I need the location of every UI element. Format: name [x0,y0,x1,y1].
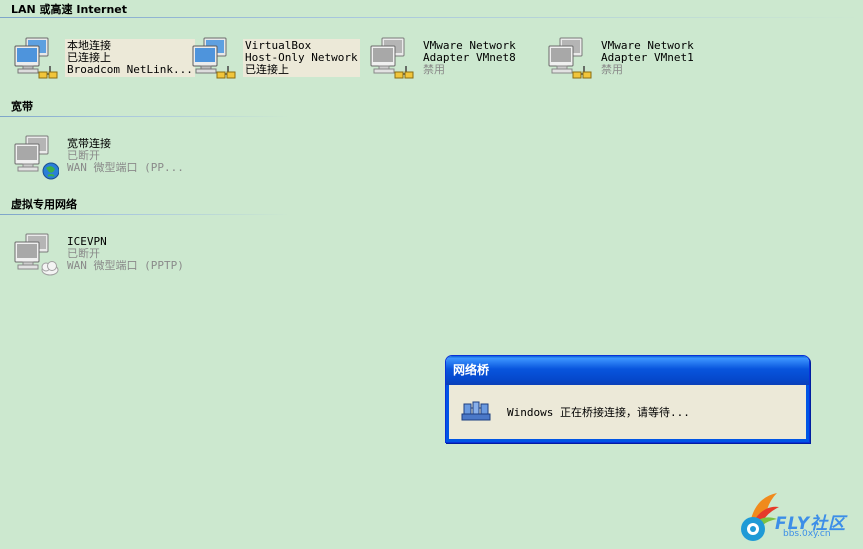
section-title-lan: LAN 或高速 Internet [11,3,128,16]
connection-device: Adapter VMnet1 [601,52,694,64]
connection-name: 本地连接 [67,40,111,52]
section-divider [0,116,290,117]
site-url: bbs.0xy.cn [783,529,831,539]
connection-status: 已连接上 [67,52,111,64]
connection-vmnet8[interactable]: VMware Network Adapter VMnet8 禁用 [367,36,539,82]
connection-device: Adapter VMnet8 [423,52,516,64]
section-divider [0,214,290,215]
broadband-globe-icon [13,134,59,180]
connection-status: 禁用 [423,64,445,76]
section-divider [0,17,863,18]
connection-icevpn[interactable]: ICEVPN 已断开 WAN 微型端口 (PPTP) [11,232,184,278]
vpn-cloud-icon [13,232,59,276]
dialog-body: Windows 正在桥接连接，请等待... [446,385,809,442]
connection-device: Host-Only Network [245,52,358,64]
dialog-message: Windows 正在桥接连接，请等待... [507,406,690,419]
dialog-titlebar[interactable]: 网络桥 [446,356,809,385]
connection-virtualbox[interactable]: VirtualBox Host-Only Network 已连接上 [189,36,361,82]
section-title-vpn: 虚拟专用网络 [11,198,77,211]
network-connection-icon [13,36,59,82]
section-header-lan: LAN 或高速 Internet [0,2,127,18]
connection-status: 已连接上 [245,64,289,76]
connection-name: VirtualBox [245,40,312,52]
connection-name: VMware Network [601,40,694,52]
network-connection-icon [191,36,237,82]
connection-device: WAN 微型端口 (PPTP) [67,260,184,272]
section-header-broadband: 宽带 [0,99,33,115]
network-bridge-dialog[interactable]: 网络桥 Windows 正在桥接连接，请等待... [445,355,810,443]
connection-name: 宽带连接 [67,138,111,150]
connection-status: 已断开 [67,248,100,260]
network-connection-disabled-icon [547,36,593,82]
dialog-title: 网络桥 [453,363,490,377]
connection-status: 禁用 [601,64,623,76]
fly-watermark-logo: FLY社区 bbs.0xy.cn [737,489,859,545]
connection-local[interactable]: 本地连接 已连接上 Broadcom NetLink... [11,36,195,82]
connection-device: WAN 微型端口 (PP... [67,162,184,174]
connection-name: ICEVPN [67,236,107,248]
connection-vmnet1[interactable]: VMware Network Adapter VMnet1 禁用 [545,36,717,82]
section-header-vpn: 虚拟专用网络 [0,197,77,213]
connection-status: 已断开 [67,150,100,162]
connection-device: Broadcom NetLink... [67,64,193,76]
network-bridge-icon [461,401,491,421]
section-title-broadband: 宽带 [11,100,33,113]
connection-broadband[interactable]: 宽带连接 已断开 WAN 微型端口 (PP... [11,134,184,180]
network-connection-disabled-icon [369,36,415,82]
connection-name: VMware Network [423,40,516,52]
